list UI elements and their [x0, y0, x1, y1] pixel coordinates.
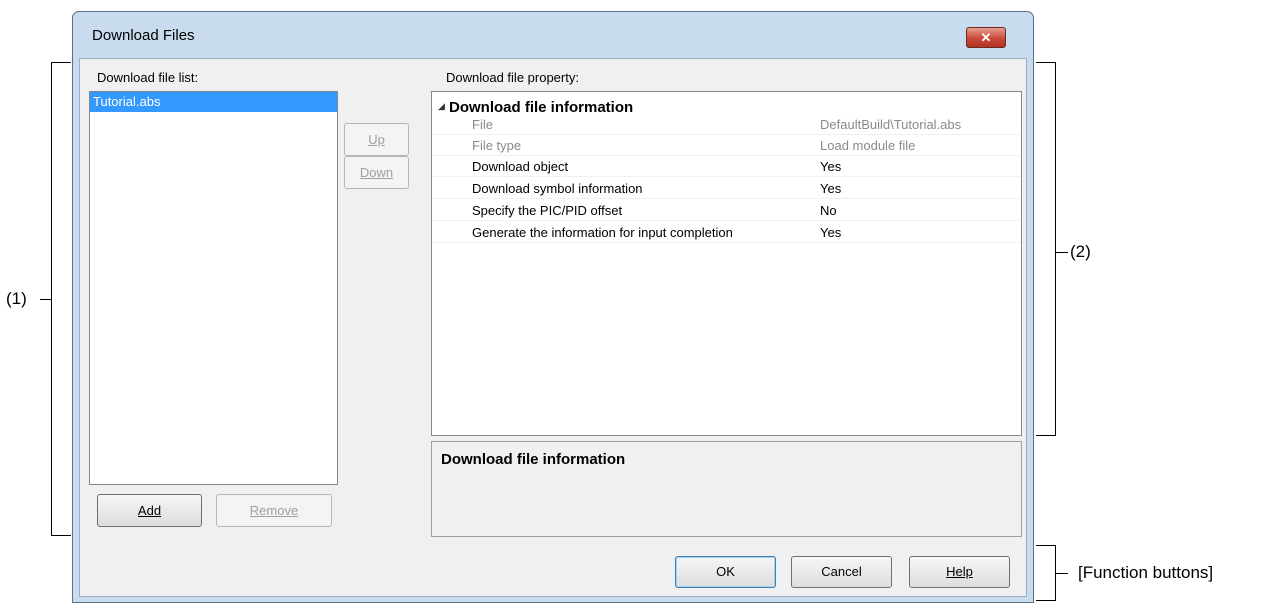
- property-value[interactable]: Yes: [820, 223, 841, 243]
- add-button[interactable]: Add: [97, 494, 202, 527]
- annotation-tick-left: [40, 299, 52, 300]
- down-button[interactable]: Down: [344, 156, 409, 189]
- annotation-bracket-function: [1036, 545, 1056, 601]
- property-name: File type: [472, 138, 522, 153]
- up-button[interactable]: Up: [344, 123, 409, 156]
- row-divider: [432, 198, 1021, 199]
- annotation-label-1: (1): [6, 289, 27, 308]
- property-name: File: [472, 117, 493, 132]
- property-category[interactable]: Download file information: [449, 99, 633, 116]
- row-divider: [432, 155, 1021, 156]
- description-title: Download file information: [441, 451, 626, 468]
- row-divider: [432, 134, 1021, 135]
- collapse-arrow-icon[interactable]: ◢: [438, 101, 445, 112]
- list-item[interactable]: Tutorial.abs: [90, 92, 337, 112]
- ok-button[interactable]: OK: [675, 556, 776, 588]
- close-button[interactable]: ✕: [966, 27, 1006, 48]
- close-icon: ✕: [980, 30, 992, 45]
- cancel-button[interactable]: Cancel: [791, 556, 892, 588]
- annotation-bracket-left: [51, 62, 71, 536]
- annotation-label-2: (2): [1070, 242, 1091, 261]
- annotation-bracket-right: [1036, 62, 1056, 436]
- annotation-label-function-buttons: [Function buttons]: [1078, 563, 1214, 582]
- window-title: Download Files: [92, 27, 195, 44]
- property-name: Download object: [472, 159, 569, 174]
- row-divider: [432, 176, 1021, 177]
- annotation-tick-right: [1056, 252, 1068, 253]
- property-value[interactable]: Yes: [820, 157, 841, 177]
- property-name: Generate the information for input compl…: [472, 225, 733, 240]
- remove-button[interactable]: Remove: [216, 494, 332, 527]
- property-value[interactable]: DefaultBuild\Tutorial.abs: [820, 115, 961, 135]
- property-value[interactable]: No: [820, 201, 837, 221]
- property-value[interactable]: Load module file: [820, 136, 915, 156]
- property-value[interactable]: Yes: [820, 179, 841, 199]
- annotation-tick-function: [1056, 573, 1068, 574]
- row-divider: [432, 242, 1021, 243]
- download-file-list[interactable]: [89, 91, 338, 485]
- download-file-list-label: Download file list:: [97, 70, 199, 85]
- property-name: Download symbol information: [472, 181, 643, 196]
- property-name: Specify the PIC/PID offset: [472, 203, 623, 218]
- help-button[interactable]: Help: [909, 556, 1010, 588]
- download-file-property-label: Download file property:: [446, 70, 579, 85]
- row-divider: [432, 220, 1021, 221]
